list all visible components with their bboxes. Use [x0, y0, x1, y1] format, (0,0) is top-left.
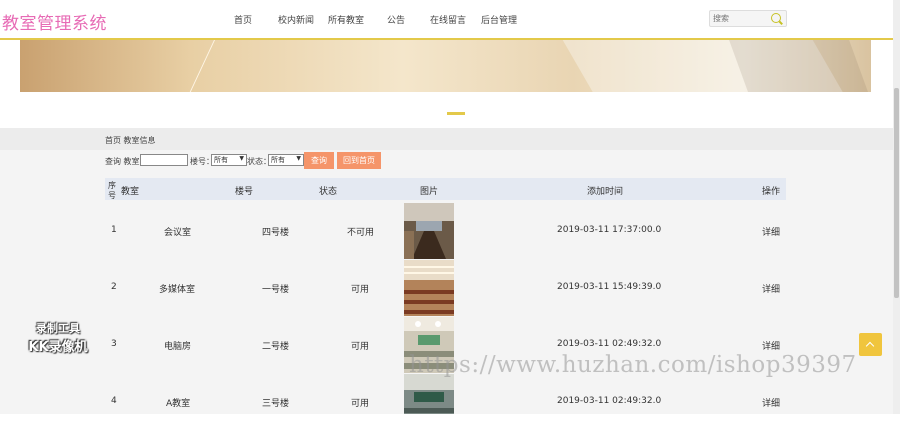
back-to-top-button[interactable]	[859, 333, 882, 356]
table-header: 序号 教室 楼号 状态 图片 添加时间 操作	[105, 178, 786, 200]
chevron-down-icon: ▼	[239, 155, 244, 162]
row-no: 1	[111, 225, 117, 235]
row-room: 多媒体室	[159, 285, 196, 295]
nav-all-rooms[interactable]: 所有教室	[328, 13, 364, 26]
room-photo[interactable]	[404, 203, 454, 259]
building-select[interactable]: 所有 ▼	[211, 154, 247, 166]
chevron-down-icon: ▼	[296, 155, 301, 162]
multimedia-room-photo	[404, 260, 454, 316]
room-photo[interactable]	[404, 374, 454, 414]
row-no: 3	[111, 339, 117, 349]
recorder-watermark-logo: 录制工具 KK录像机	[20, 318, 96, 358]
col-room: 教室	[121, 187, 140, 197]
room-filter-input[interactable]	[140, 154, 188, 166]
row-added-time: 2019-03-11 15:49:39.0	[557, 282, 662, 292]
watermark-logo-line1: 录制工具	[36, 322, 80, 335]
table-row: 4 A教室 三号楼 可用 2019-03-11 02:49:32.0 详细	[105, 374, 786, 431]
scrollbar-thumb[interactable]	[894, 88, 899, 298]
detail-link[interactable]: 详细	[762, 339, 780, 352]
row-room: 电脑房	[164, 342, 192, 352]
search-input[interactable]	[713, 12, 765, 24]
site-brand[interactable]: 教室管理系统	[2, 9, 107, 34]
nav-admin[interactable]: 后台管理	[481, 13, 517, 26]
detail-link[interactable]: 详细	[762, 282, 780, 295]
col-added-time: 添加时间	[587, 187, 624, 197]
status-select-value: 所有	[271, 156, 285, 164]
reset-button[interactable]: 回到首页	[337, 152, 381, 169]
col-no: 序号	[108, 181, 116, 200]
row-status: 可用	[351, 342, 370, 352]
row-no: 4	[111, 396, 117, 406]
nav-announcements[interactable]: 公告	[387, 13, 405, 26]
classroom-photo	[404, 374, 454, 414]
book-page-shape	[727, 40, 871, 92]
watermark-logo-line2: KK录像机	[28, 340, 88, 355]
row-added-time: 2019-03-11 17:37:00.0	[557, 225, 662, 235]
banner-image	[20, 40, 871, 92]
row-building: 四号楼	[262, 228, 290, 238]
book-page-shape	[181, 40, 440, 92]
nav-home[interactable]: 首页	[234, 13, 252, 26]
table-row: 2 多媒体室 一号楼 可用 2019-03-11 15:49:39.0 详细	[105, 260, 786, 317]
status-select[interactable]: 所有 ▼	[268, 154, 304, 166]
detail-link[interactable]: 详细	[762, 396, 780, 409]
row-added-time: 2019-03-11 02:49:32.0	[557, 339, 662, 349]
meeting-room-photo	[404, 203, 454, 259]
watermark-url: https://www.huzhan.com/ishop39397	[409, 352, 857, 378]
row-status: 不可用	[347, 228, 375, 238]
table-row: 1 会议室 四号楼 不可用 2019-03-11 17:37:00.0 详细	[105, 203, 786, 260]
room-photo[interactable]	[404, 260, 454, 316]
col-status: 状态	[319, 187, 338, 197]
query-button[interactable]: 查询	[304, 152, 334, 169]
search-icon[interactable]	[771, 13, 781, 23]
col-picture: 图片	[420, 187, 439, 197]
row-no: 2	[111, 282, 117, 292]
search-box	[709, 10, 787, 27]
row-building: 一号楼	[262, 285, 290, 295]
detail-link[interactable]: 详细	[762, 225, 780, 238]
section-divider	[447, 112, 465, 115]
breadcrumb: 首页 教室信息	[105, 136, 156, 145]
row-room: 会议室	[164, 228, 192, 238]
row-status: 可用	[351, 285, 370, 295]
row-room: A教室	[166, 399, 191, 409]
col-building: 楼号	[235, 187, 254, 197]
col-action: 操作	[762, 187, 781, 197]
row-building: 三号楼	[262, 399, 290, 409]
building-select-value: 所有	[214, 156, 228, 164]
top-nav-bar: 教室管理系统 首页 校内新闻 所有教室 公告 在线留言 后台管理	[0, 0, 900, 40]
nav-campus-news[interactable]: 校内新闻	[278, 13, 314, 26]
row-status: 可用	[351, 399, 370, 409]
nav-messages[interactable]: 在线留言	[430, 13, 466, 26]
row-added-time: 2019-03-11 02:49:32.0	[557, 396, 662, 406]
row-building: 二号楼	[262, 342, 290, 352]
